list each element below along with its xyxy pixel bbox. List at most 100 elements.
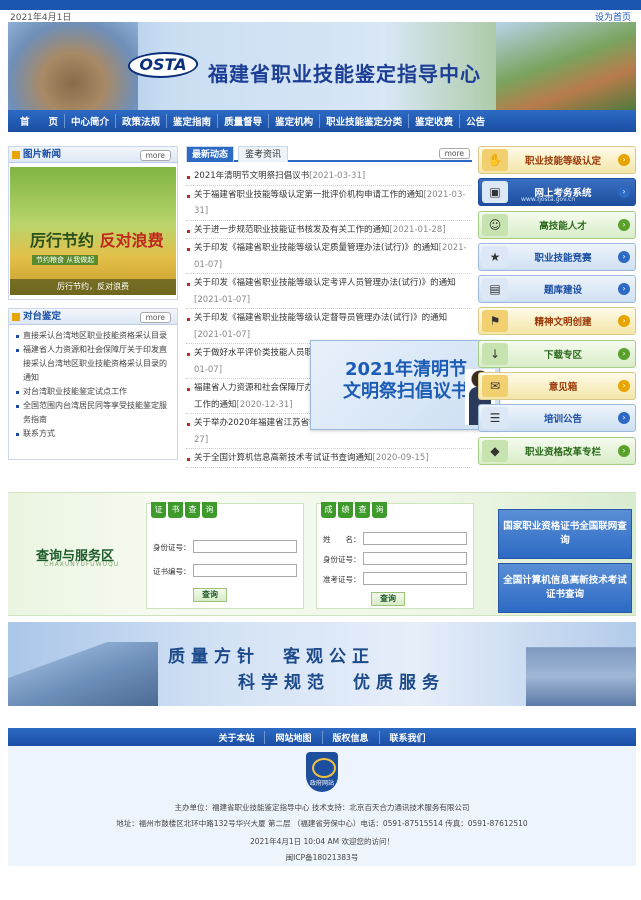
photo-news-image[interactable]: 厉行节约 反对浪费 节约粮食 从我做起 厉行节约，反对浪费 <box>10 167 176 295</box>
tab-exam-info[interactable]: 鉴考资讯 <box>238 146 288 162</box>
nav-guide[interactable]: 鉴定指南 <box>167 114 219 128</box>
news-item[interactable]: 关于福建省职业技能等级认定第一批评价机构申请工作的通知[2021-03-31] <box>186 187 472 221</box>
nav-categories[interactable]: 职业技能鉴定分类 <box>320 114 410 128</box>
photo-tag: 节约粮食 从我做起 <box>32 255 99 265</box>
nav-notices[interactable]: 公告 <box>460 114 491 128</box>
photo-slogan: 厉行节约 反对浪费 <box>30 231 164 250</box>
footer-icp[interactable]: 闽ICP备18021383号 <box>8 852 636 863</box>
nav-about[interactable]: 中心简介 <box>65 114 117 128</box>
certificate-query-tab: 证书查询 <box>151 502 219 518</box>
news-item[interactable]: 关于进一步规范职业技能证书核发及有关工作的通知[2021-01-28] <box>186 222 472 239</box>
list-item[interactable]: 直接采认台湾地区职业技能资格采认目录 <box>15 329 171 343</box>
quick-link-high-skill-talent[interactable]: ☺ 高技能人才 › <box>478 210 636 239</box>
notice-icon: ☰ <box>482 407 508 430</box>
left-column: 图片新闻 more 厉行节约 反对浪费 节约粮食 从我做起 厉行节约，反对浪费 … <box>8 146 178 460</box>
score-ticket-row: 准考证号： <box>323 572 467 585</box>
tab-latest[interactable]: 最新动态 <box>186 146 234 162</box>
news-item[interactable]: 关于全国计算机信息高新技术考试证书查询通知[2020-09-15] <box>186 450 472 468</box>
score-query-tab: 成绩查询 <box>321 502 389 518</box>
score-query-form: 成绩查询 姓 名： 身份证号： 准考证号： 查询 <box>316 502 474 609</box>
list-item[interactable]: 福建省人力资源和社会保障厅关于印发直接采认台湾地区职业技能资格采认目录的通知 <box>15 343 171 385</box>
quick-link-civilization[interactable]: ⚑ 精神文明创建 › <box>478 307 636 336</box>
news-item[interactable]: 关于印发《福建省职业技能等级认定质量管理办法(试行)》的通知[2021-01-0… <box>186 240 472 274</box>
cert-id-input[interactable] <box>193 540 297 553</box>
quick-link-question-bank[interactable]: ▤ 题库建设 › <box>478 275 636 304</box>
quick-link-training-notice[interactable]: ☰ 培训公告 › <box>478 404 636 433</box>
photo-news-more-button[interactable]: more <box>139 150 171 161</box>
tulou-photo <box>8 22 138 110</box>
osta-logo[interactable]: OSTA <box>125 52 201 78</box>
quick-link-suggestion-box[interactable]: ✉ 意见箱 › <box>478 372 636 401</box>
news-item[interactable]: 关于印发《福建省职业技能等级认定考评人员管理办法(试行)》的通知[2021-01… <box>186 275 472 309</box>
quality-policy-banner: 质量方针 客观公正 科学规范 优质服务 <box>8 622 636 706</box>
score-id-row: 身份证号： <box>323 552 467 565</box>
taiwan-check-list: 直接采认台湾地区职业技能资格采认目录 福建省人力资源和社会保障厅关于印发直接采认… <box>9 325 177 445</box>
score-ticket-input[interactable] <box>363 572 467 585</box>
cert-id-row: 身份证号： <box>153 540 297 553</box>
qingming-popup-ad[interactable]: 2021年清明节 文明祭扫倡议书 <box>310 340 500 430</box>
quick-link-skill-competition[interactable]: ★ 职业技能竞赛 › <box>478 242 636 271</box>
news-item[interactable]: 2021年清明节文明祭扫倡议书[2021-03-31] <box>186 168 472 186</box>
flag-icon: ⚑ <box>482 310 508 333</box>
news-item[interactable]: 关于印发《福建省职业技能等级认定督导员管理办法(试行)》的通知[2021-01-… <box>186 310 472 344</box>
footer-link-sitemap[interactable]: 网站地图 <box>265 730 323 744</box>
nav-institutions[interactable]: 鉴定机构 <box>269 114 321 128</box>
quick-link-reform-column[interactable]: ◆ 职业资格改革专栏 › <box>478 436 636 465</box>
mailbox-icon: ✉ <box>482 375 508 398</box>
service-title-pinyin: CHAXUNYUFUWUQU <box>44 561 120 568</box>
main-nav: 首 页 中心简介 政策法规 鉴定指南 质量督导 鉴定机构 职业技能鉴定分类 鉴定… <box>8 110 636 132</box>
nav-quality[interactable]: 质量督导 <box>218 114 270 128</box>
city-skyline-photo <box>526 632 636 706</box>
square-bullet-icon <box>12 313 20 321</box>
taiwan-check-header: 对台鉴定 more <box>9 309 177 325</box>
score-query-button[interactable]: 查询 <box>371 592 405 606</box>
photo-news-box: 图片新闻 more 厉行节约 反对浪费 节约粮食 从我做起 厉行节约，反对浪费 <box>8 146 178 300</box>
footer-visit-time: 2021年4月1日 10:04 AM 欢迎您的访问！ <box>250 837 394 846</box>
nav-policy[interactable]: 政策法规 <box>116 114 168 128</box>
computer-cert-query-link[interactable]: 全国计算机信息高新技术考试证书查询 <box>498 563 632 613</box>
list-item[interactable]: 对台湾职业技能鉴定试点工作 <box>15 385 171 399</box>
download-icon: ↓ <box>482 342 508 365</box>
quality-line-1: 质量方针 客观公正 <box>168 647 375 667</box>
top-bar: 2021年4月1日 设为首页 <box>0 0 641 23</box>
site-banner: OSTA 福建省职业技能鉴定指导中心 <box>8 22 636 110</box>
footer-sponsor: 主办单位：福建省职业技能鉴定指导中心 技术支持：北京百天合力通讯技术服务有限公司 <box>174 803 470 812</box>
trophy-icon: ★ <box>482 245 508 268</box>
quick-link-downloads[interactable]: ↓ 下载专区 › <box>478 339 636 368</box>
worker-icon: ☺ <box>482 213 508 236</box>
national-cert-query-link[interactable]: 国家职业资格证书全国联网查询 <box>498 509 632 559</box>
nav-home[interactable]: 首 页 <box>14 114 66 128</box>
score-name-input[interactable] <box>363 532 467 545</box>
score-id-input[interactable] <box>363 552 467 565</box>
photo-caption[interactable]: 厉行节约，反对浪费 <box>10 279 176 295</box>
quick-link-skill-certification[interactable]: ✋ 职业技能等级认定 › <box>478 146 636 174</box>
taiwan-check-title: 对台鉴定 <box>23 311 62 322</box>
footer-link-contact[interactable]: 联系我们 <box>380 731 436 744</box>
bridge-photo <box>8 642 158 706</box>
news-more-button[interactable]: more <box>438 148 470 159</box>
score-name-row: 姓 名： <box>323 532 467 545</box>
arrow-right-icon: › <box>618 186 630 199</box>
footer-link-copyright[interactable]: 版权信息 <box>323 730 380 744</box>
footer-address: 地址：福州市鼓楼区北环中路132号华兴大厦 第二层 （福建省劳保中心）电话：05… <box>116 819 528 828</box>
cert-number-input[interactable] <box>193 564 297 577</box>
arrow-right-icon: › <box>618 250 630 263</box>
list-item[interactable]: 联系方式 <box>15 427 171 441</box>
footer: 政府网站 主办单位：福建省职业技能鉴定指导中心 技术支持：北京百天合力通讯技术服… <box>8 746 636 866</box>
arrow-right-icon: › <box>618 218 630 231</box>
footer-nav: 关于本站 网站地图 版权信息 联系我们 <box>8 728 636 746</box>
books-icon: ▤ <box>482 278 508 301</box>
footer-link-about[interactable]: 关于本站 <box>208 730 266 744</box>
square-bullet-icon <box>12 151 20 159</box>
computer-icon: ▣ <box>482 181 508 204</box>
photo-news-header: 图片新闻 more <box>9 147 177 163</box>
nav-fees[interactable]: 鉴定收费 <box>409 114 461 128</box>
quick-link-online-exam-system[interactable]: ▣ 网上考务系统 www.fjosta.gov.cn › <box>478 178 636 207</box>
cert-query-button[interactable]: 查询 <box>193 588 227 602</box>
taiwan-check-more-button[interactable]: more <box>139 312 171 323</box>
arrow-right-icon: › <box>618 154 630 166</box>
list-item[interactable]: 全国范围内台湾居民同等享受技能鉴定服务指南 <box>15 399 171 427</box>
site-title: 福建省职业技能鉴定指导中心 <box>208 62 481 86</box>
government-site-emblem[interactable]: 政府网站 <box>306 752 338 792</box>
photo-news-title: 图片新闻 <box>23 149 62 160</box>
